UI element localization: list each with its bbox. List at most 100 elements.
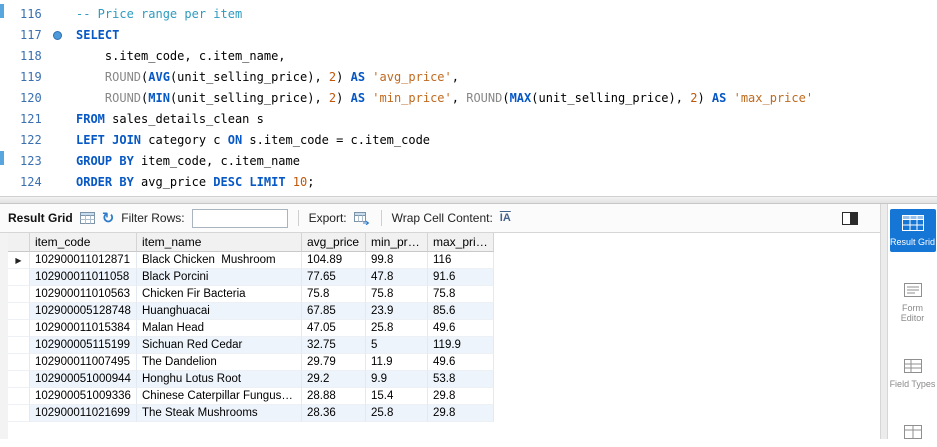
column-header[interactable]: max_price	[428, 233, 494, 252]
code-line[interactable]: 118 s.item_code, c.item_name,	[0, 46, 937, 67]
table-cell[interactable]: 102900051009336	[30, 388, 137, 405]
table-cell[interactable]: 9.9	[366, 371, 428, 388]
table-cell[interactable]: The Steak Mushrooms	[137, 405, 302, 422]
table-cell[interactable]: 102900051000944	[30, 371, 137, 388]
sql-editor[interactable]: 116 -- Price range per item 117 SELECT 118 s…	[0, 0, 937, 196]
table-cell[interactable]: 29.8	[428, 388, 494, 405]
table-cell[interactable]: 15.4	[366, 388, 428, 405]
table-cell[interactable]: 104.89	[302, 252, 366, 269]
table-cell[interactable]: 102900011012871	[30, 252, 137, 269]
table-cell[interactable]: 11.9	[366, 354, 428, 371]
table-cell[interactable]: Malan Head	[137, 320, 302, 337]
table-row[interactable]: 102900011021699 The Steak Mushrooms 28.36 2…	[8, 405, 880, 422]
table-cell[interactable]: 85.6	[428, 303, 494, 320]
table-cell[interactable]: 75.8	[302, 286, 366, 303]
table-cell[interactable]: 28.36	[302, 405, 366, 422]
row-selector[interactable]	[8, 371, 30, 388]
table-cell[interactable]: Huanghuacai	[137, 303, 302, 320]
table-cell[interactable]: 75.8	[366, 286, 428, 303]
row-selector[interactable]	[8, 337, 30, 354]
table-cell[interactable]: 102900011015384	[30, 320, 137, 337]
sidebar-item-result-grid[interactable]: Result Grid	[889, 209, 936, 252]
table-cell[interactable]: 67.85	[302, 303, 366, 320]
table-cell[interactable]: 119.9	[428, 337, 494, 354]
export-icon[interactable]	[353, 211, 371, 225]
column-header[interactable]: item_code	[30, 233, 137, 252]
table-row[interactable]: 102900011011058 Black Porcini 77.65 47.8 91.…	[8, 269, 880, 286]
column-header[interactable]: min_price	[366, 233, 428, 252]
column-header[interactable]: avg_price	[302, 233, 366, 252]
table-cell[interactable]: 102900011010563	[30, 286, 137, 303]
table-cell[interactable]: 25.8	[366, 320, 428, 337]
row-selector[interactable]	[8, 354, 30, 371]
table-row[interactable]: 102900051009336 Chinese Caterpillar Fungu…	[8, 388, 880, 405]
grid-view-icon[interactable]	[79, 212, 95, 224]
table-cell[interactable]: The Dandelion	[137, 354, 302, 371]
table-cell[interactable]: 5	[366, 337, 428, 354]
table-cell[interactable]: 77.65	[302, 269, 366, 286]
code-line[interactable]: 122 LEFT JOIN category c ON s.item_code =…	[0, 130, 937, 151]
table-cell[interactable]: 102900011011058	[30, 269, 137, 286]
table-cell[interactable]: 47.8	[366, 269, 428, 286]
sidebar-item-partial[interactable]	[890, 419, 936, 447]
wrap-cell-content-icon[interactable]: IA	[500, 212, 511, 224]
table-cell[interactable]: 29.79	[302, 354, 366, 371]
table-cell[interactable]: 23.9	[366, 303, 428, 320]
vertical-splitter[interactable]	[880, 204, 888, 439]
table-cell[interactable]: Black Porcini	[137, 269, 302, 286]
table-cell[interactable]: 102900005115199	[30, 337, 137, 354]
code-line[interactable]: 123 GROUP BY item_code, c.item_name	[0, 151, 937, 172]
line-gutter: 117	[0, 25, 76, 46]
table-cell[interactable]: 49.6	[428, 354, 494, 371]
table-cell[interactable]: 47.05	[302, 320, 366, 337]
table-cell[interactable]: 99.8	[366, 252, 428, 269]
table-row[interactable]: 102900011010563 Chicken Fir Bacteria 75.8 7…	[8, 286, 880, 303]
row-selector[interactable]	[8, 269, 30, 286]
row-selector[interactable]	[8, 405, 30, 422]
code-line[interactable]: 117 SELECT	[0, 25, 937, 46]
code-line[interactable]: 121 FROM sales_details_clean s	[0, 109, 937, 130]
table-cell[interactable]: 53.8	[428, 371, 494, 388]
sidebar-item-field-types[interactable]: Field Types	[890, 353, 936, 394]
row-selector[interactable]: ▶	[8, 252, 30, 269]
table-row[interactable]: 102900005128748 Huanghuacai 67.85 23.9 85.6	[8, 303, 880, 320]
table-cell[interactable]: Chinese Caterpillar Fungus Flo...	[137, 388, 302, 405]
result-main: Result Grid ↻ Filter Rows: Export: Wrap …	[0, 204, 880, 439]
table-cell[interactable]: Black Chicken Mushroom	[137, 252, 302, 269]
table-cell[interactable]: 102900005128748	[30, 303, 137, 320]
table-cell[interactable]: 32.75	[302, 337, 366, 354]
table-cell[interactable]: 116	[428, 252, 494, 269]
table-cell[interactable]: 28.88	[302, 388, 366, 405]
table-cell[interactable]: 102900011021699	[30, 405, 137, 422]
table-cell[interactable]: Honghu Lotus Root	[137, 371, 302, 388]
sidebar-toggle-icon[interactable]	[842, 211, 858, 225]
table-row[interactable]: 102900011015384 Malan Head 47.05 25.8 49.6	[8, 320, 880, 337]
table-cell[interactable]: Sichuan Red Cedar	[137, 337, 302, 354]
code-line[interactable]: 124 ORDER BY avg_price DESC LIMIT 10;	[0, 172, 937, 193]
horizontal-splitter[interactable]	[0, 196, 937, 204]
table-cell[interactable]: Chicken Fir Bacteria	[137, 286, 302, 303]
refresh-icon[interactable]: ↻	[102, 210, 115, 226]
table-row[interactable]: ▶ 102900011012871 Black Chicken Mushroom 10…	[8, 252, 880, 269]
table-cell[interactable]: 29.8	[428, 405, 494, 422]
code-line[interactable]: 119 ROUND(AVG(unit_selling_price), 2) AS…	[0, 67, 937, 88]
row-selector[interactable]	[8, 388, 30, 405]
table-cell[interactable]: 49.6	[428, 320, 494, 337]
table-cell[interactable]: 25.8	[366, 405, 428, 422]
table-cell[interactable]: 102900011007495	[30, 354, 137, 371]
code-token: MIN	[148, 91, 170, 105]
row-selector[interactable]	[8, 286, 30, 303]
table-cell[interactable]: 91.6	[428, 269, 494, 286]
table-row[interactable]: 102900011007495 The Dandelion 29.79 11.9 49.…	[8, 354, 880, 371]
table-row[interactable]: 102900005115199 Sichuan Red Cedar 32.75 5 11…	[8, 337, 880, 354]
row-selector[interactable]	[8, 320, 30, 337]
table-cell[interactable]: 75.8	[428, 286, 494, 303]
column-header[interactable]: item_name	[137, 233, 302, 252]
filter-rows-input[interactable]	[191, 208, 288, 228]
code-line[interactable]: 120 ROUND(MIN(unit_selling_price), 2) AS…	[0, 88, 937, 109]
row-selector[interactable]	[8, 303, 30, 320]
sidebar-item-form-editor[interactable]: Form Editor	[890, 277, 936, 328]
code-line[interactable]: 116 -- Price range per item	[0, 4, 937, 25]
table-cell[interactable]: 29.2	[302, 371, 366, 388]
table-row[interactable]: 102900051000944 Honghu Lotus Root 29.2 9.9 5…	[8, 371, 880, 388]
